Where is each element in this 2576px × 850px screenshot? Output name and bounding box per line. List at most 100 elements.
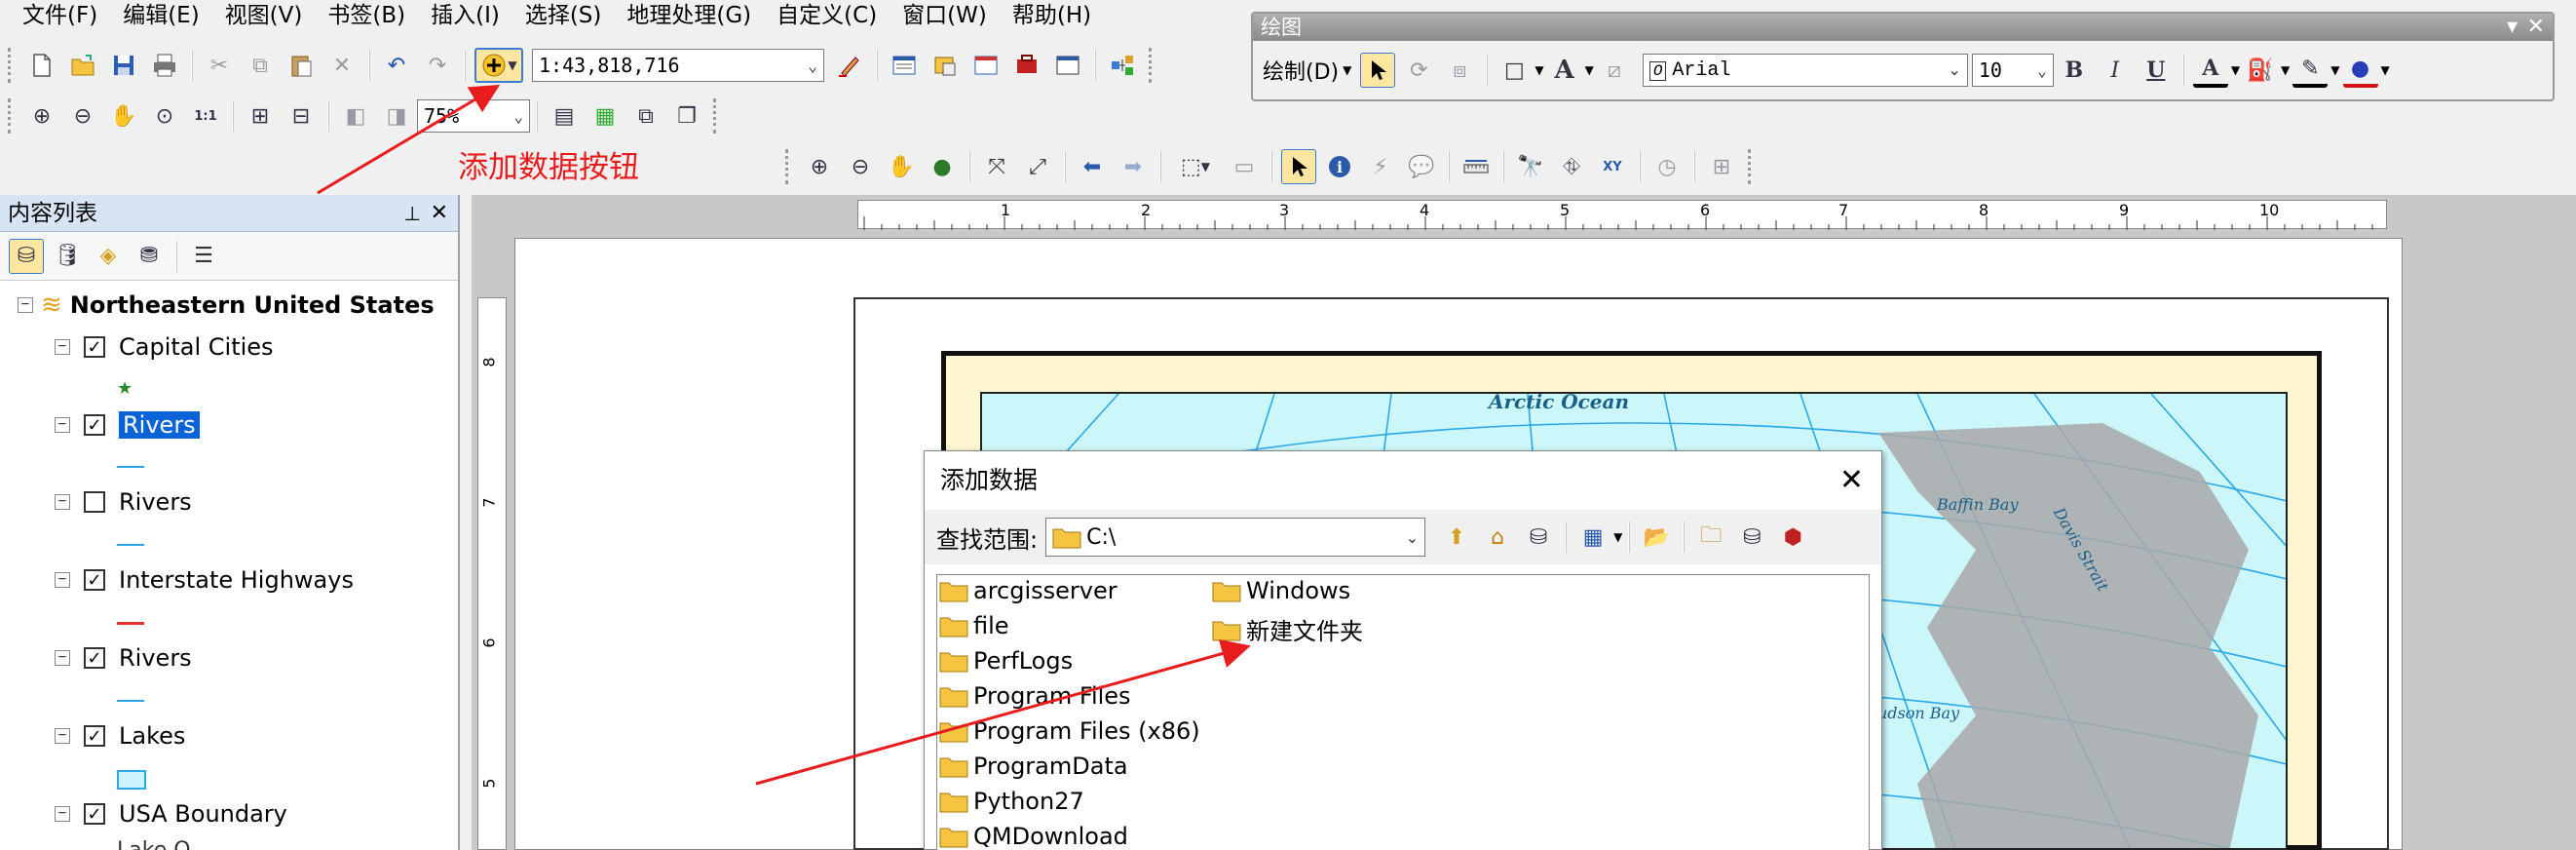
delete-icon[interactable]: ✕: [324, 48, 360, 83]
menu-view[interactable]: 视图(V): [212, 0, 316, 32]
list-item[interactable]: ProgramData: [939, 753, 1128, 780]
paste-icon[interactable]: [284, 48, 319, 83]
select-elements-icon[interactable]: [1281, 149, 1316, 184]
select-elements-icon[interactable]: [1360, 53, 1396, 88]
fixed-zoom-out-page-icon[interactable]: ⊟: [284, 98, 319, 134]
close-icon[interactable]: ✕: [1839, 451, 1864, 510]
list-by-drawing-order-icon[interactable]: ⛁: [9, 238, 44, 274]
chevron-down-icon[interactable]: ▼: [1343, 63, 1351, 77]
chevron-down-icon[interactable]: ▼: [2231, 63, 2240, 77]
pin-icon[interactable]: ⊥: [404, 195, 421, 232]
menu-edit[interactable]: 编辑(E): [110, 0, 211, 32]
search-window-icon[interactable]: [968, 48, 1004, 83]
chevron-down-icon[interactable]: ⌄: [513, 107, 523, 126]
go-forward-icon[interactable]: ➡: [1116, 149, 1151, 184]
toolbar-grip[interactable]: [8, 98, 16, 134]
list-by-selection-icon[interactable]: ⛃: [132, 239, 167, 274]
look-in-dropdown[interactable]: C:\ ⌄: [1045, 518, 1426, 557]
find-route-icon[interactable]: ⛗: [1554, 149, 1589, 184]
change-layout-icon[interactable]: ⧉: [628, 98, 663, 134]
list-item[interactable]: Python27: [939, 788, 1084, 815]
chevron-down-icon[interactable]: ▼: [1534, 63, 1543, 77]
line-color-icon[interactable]: ✎: [2292, 53, 2329, 88]
up-one-level-icon[interactable]: ⬆: [1439, 520, 1474, 555]
toolbar-overflow-icon[interactable]: [1149, 48, 1156, 83]
hyperlink-icon[interactable]: ⚡: [1363, 149, 1398, 184]
font-name-dropdown[interactable]: O Arial ⌄: [1642, 54, 1968, 87]
toc-layer-row[interactable]: − ✓ Interstate Highways: [55, 566, 354, 594]
draw-menu[interactable]: 绘制(D): [1259, 55, 1343, 86]
add-data-button[interactable]: ▼: [474, 48, 523, 83]
toc-layer-row[interactable]: − ✓ Rivers: [55, 411, 200, 439]
drawing-toolbar-titlebar[interactable]: 绘图 ▾ ✕: [1253, 14, 2553, 41]
zoom-control-dropdown[interactable]: 75% ⌄: [417, 99, 530, 133]
pan-icon[interactable]: ✋: [884, 149, 919, 184]
rotate-icon[interactable]: ⟳: [1401, 53, 1436, 88]
find-icon[interactable]: 🔭: [1513, 149, 1548, 184]
bold-button[interactable]: B: [2057, 53, 2092, 88]
zoom-in-icon[interactable]: ⊕: [802, 149, 837, 184]
fixed-zoom-in-icon[interactable]: ⤧: [979, 149, 1014, 184]
collapse-icon[interactable]: −: [55, 339, 70, 355]
zoom-out-icon[interactable]: ⊖: [843, 149, 878, 184]
collapse-icon[interactable]: −: [18, 297, 33, 313]
catalog-window-icon[interactable]: [928, 48, 963, 83]
print-icon[interactable]: [147, 48, 182, 83]
chevron-down-icon[interactable]: ⌄: [808, 57, 817, 75]
collapse-icon[interactable]: −: [55, 806, 70, 822]
toc-layer-row[interactable]: − Rivers: [55, 488, 192, 516]
full-extent-icon[interactable]: ●: [925, 149, 960, 184]
focus-data-frame-icon[interactable]: ▦: [587, 98, 623, 134]
list-item[interactable]: arcgisserver: [939, 577, 1118, 604]
zoom-100-percent-icon[interactable]: 1:1: [188, 98, 223, 134]
zoom-out-page-icon[interactable]: ⊖: [65, 98, 100, 134]
layer-checkbox[interactable]: ✓: [84, 414, 105, 436]
zoom-whole-page-icon[interactable]: ⊙: [147, 98, 182, 134]
layer-checkbox[interactable]: ✓: [84, 803, 105, 825]
copy-icon[interactable]: ⧉: [243, 48, 278, 83]
menu-windows[interactable]: 窗口(W): [890, 0, 1000, 32]
zoom-to-selected-elements-icon[interactable]: ⧈: [1442, 53, 1477, 88]
identify-icon[interactable]: i: [1322, 149, 1357, 184]
measure-icon[interactable]: [1458, 149, 1494, 184]
toc-data-frame[interactable]: − ≋ Northeastern United States: [18, 290, 435, 320]
undo-icon[interactable]: ↶: [379, 48, 414, 83]
save-icon[interactable]: [106, 48, 141, 83]
edit-vertices-icon[interactable]: ⧄: [1597, 53, 1632, 88]
italic-button[interactable]: I: [2098, 53, 2133, 88]
data-driven-pages-icon[interactable]: ❐: [669, 98, 704, 134]
menu-insert[interactable]: 插入(I): [418, 0, 512, 32]
list-item[interactable]: Program Files (x86): [939, 717, 1200, 745]
collapse-icon[interactable]: −: [55, 572, 70, 588]
view-options-icon[interactable]: ▦: [1575, 520, 1610, 555]
chevron-down-icon[interactable]: ▼: [2330, 63, 2339, 77]
underline-button[interactable]: U: [2139, 53, 2174, 88]
zoom-in-page-icon[interactable]: ⊕: [24, 98, 59, 134]
menu-help[interactable]: 帮助(H): [1000, 0, 1104, 32]
python-window-icon[interactable]: [1050, 48, 1085, 83]
chevron-down-icon[interactable]: ▼: [2281, 63, 2290, 77]
arctoolbox-icon[interactable]: ⬢: [1775, 520, 1810, 555]
chevron-down-icon[interactable]: ▼: [1613, 530, 1622, 544]
toolbar-overflow-icon[interactable]: [713, 98, 721, 134]
rectangle-icon[interactable]: □: [1496, 53, 1532, 88]
chevron-down-icon[interactable]: ▼: [2381, 63, 2390, 77]
cut-icon[interactable]: ✂: [202, 48, 237, 83]
layer-checkbox[interactable]: [84, 491, 105, 513]
clear-selection-icon[interactable]: ▭: [1227, 149, 1262, 184]
marker-color-icon[interactable]: ●: [2342, 53, 2378, 88]
pan-page-icon[interactable]: ✋: [106, 98, 141, 134]
new-file-geodatabase-icon[interactable]: ⛁: [1734, 520, 1769, 555]
go-back-icon[interactable]: ⬅: [1075, 149, 1110, 184]
connect-to-folder-icon[interactable]: 📂: [1639, 520, 1674, 555]
new-document-icon[interactable]: [24, 48, 59, 83]
toc-layer-row[interactable]: − ✓ Capital Cities: [55, 333, 274, 361]
toolbar-overflow-icon[interactable]: [1748, 149, 1756, 184]
list-item[interactable]: Program Files: [939, 682, 1131, 710]
create-viewer-window-icon[interactable]: ⊞: [1704, 149, 1739, 184]
chevron-down-icon[interactable]: ⌄: [2037, 61, 2047, 80]
scale-dropdown[interactable]: 1:43,818,716 ⌄: [532, 49, 824, 82]
home-folder-icon[interactable]: ⌂: [1480, 520, 1515, 555]
select-features-icon[interactable]: ⬚ ▼: [1170, 149, 1221, 184]
fixed-zoom-in-page-icon[interactable]: ⊞: [243, 98, 278, 134]
